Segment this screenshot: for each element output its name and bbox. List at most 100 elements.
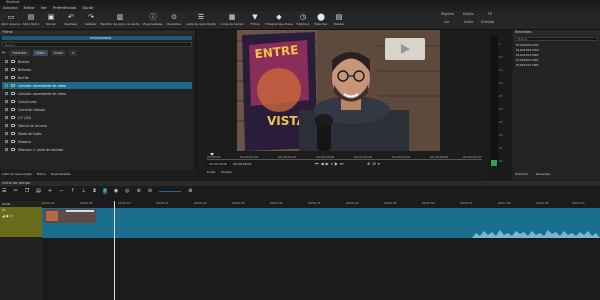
- filters-panel: Filtros PUXADOUROS Buscar ← Favoritos Ví…: [0, 30, 196, 180]
- viewer-ruler[interactable]: 00:00:00 00:00:01:00 00:00:02:00 00:00:0…: [207, 153, 482, 161]
- back-arrow-icon[interactable]: ←: [2, 50, 6, 56]
- history-button[interactable]: ◷ Histórico: [294, 12, 312, 29]
- split-icon[interactable]: ⧗: [93, 188, 97, 194]
- track-toggle-icons[interactable]: ◢ ◉ ⊙: [2, 214, 40, 218]
- tab-favorites[interactable]: Favoritos: [9, 50, 30, 56]
- recent-file[interactable]: P1002321.MP4: [516, 63, 600, 68]
- save-icon: ▣: [47, 13, 55, 21]
- checkbox-icon: [5, 68, 8, 71]
- layout-tab-color[interactable]: Cor: [444, 20, 450, 24]
- properties-icon: ⓘ: [149, 13, 157, 21]
- timeline-ruler[interactable]: 00:00:00 00:00:05 00:00:10 00:00:15 00:0…: [42, 201, 600, 207]
- duration-label: 00:00:58:04: [233, 162, 252, 166]
- properties-button[interactable]: ⓘ Propriedades: [143, 12, 163, 29]
- playlist-button[interactable]: ☰ Lista de reprodução: [186, 12, 216, 29]
- playlist-icon: ☰: [197, 13, 205, 21]
- copy-icon[interactable]: ❐: [25, 188, 29, 194]
- monitor-icon: [11, 116, 15, 119]
- left-dock-tabs: Lista de reprodução Filtros Propriedades: [0, 170, 196, 180]
- filter-list: Bizarro Brilhado Borrão Cortado: ascende…: [2, 58, 192, 154]
- checkbox-icon: [5, 60, 8, 63]
- video-preview[interactable]: ENTRE VISTA: [237, 30, 440, 151]
- redo-button[interactable]: ↷ Refazer: [81, 12, 101, 29]
- paste-icon[interactable]: ▤: [36, 188, 41, 194]
- timeline-title: Linha do tempo: [0, 181, 600, 186]
- tab-audio[interactable]: Áudio: [50, 50, 66, 56]
- timeline-playhead[interactable]: [114, 201, 115, 300]
- recent-button[interactable]: ⊙ Recentes: [164, 12, 184, 29]
- timeline-icon: ▦: [228, 13, 236, 21]
- jobs-button[interactable]: ▤ Tarefas: [330, 12, 348, 29]
- keyframes-icon: ◆: [276, 13, 282, 21]
- tab-video[interactable]: Vídeo: [32, 50, 48, 56]
- layout-tab-logging[interactable]: Registro: [441, 12, 454, 16]
- jobs-icon: ▤: [335, 13, 343, 21]
- layout-tab-audio[interactable]: Áudio: [464, 20, 473, 24]
- filter-search-input[interactable]: Buscar: [2, 42, 192, 47]
- zoom-slider[interactable]: [159, 191, 182, 192]
- layout-tab-editing[interactable]: Edição: [463, 12, 474, 16]
- layout-tab-fx[interactable]: FX: [488, 12, 492, 16]
- tab-properties[interactable]: Propriedades: [51, 170, 71, 180]
- keyframes-button[interactable]: ◆ Fotogramas-chave: [264, 12, 294, 29]
- tab-recent[interactable]: Recentes: [536, 172, 550, 176]
- tab-source[interactable]: Fonte: [207, 170, 215, 174]
- open-file-button[interactable]: ▭ Abrir arquivo: [1, 12, 21, 29]
- filter-item[interactable]: Brilhado: [2, 66, 192, 74]
- monitor-icon: [11, 100, 15, 103]
- lift-icon[interactable]: ⇡: [70, 188, 74, 194]
- tab-playlist[interactable]: Lista de reprodução: [2, 170, 32, 180]
- checkbox-icon: [5, 124, 8, 127]
- playback-buttons[interactable]: ⏮◀▶⏸▶⏭: [315, 161, 345, 166]
- close-icon[interactable]: ✕: [68, 50, 78, 56]
- timeline-toolbar: ☰ ✂ ❐ ▤ + − ⇡ ⇣ ⧗ ∩ ◉ ◎ ⊛ ⊖ ⊕: [2, 188, 192, 194]
- ripple-all-icon[interactable]: ⊛: [137, 188, 141, 194]
- cut-icon[interactable]: ✂: [13, 188, 17, 194]
- window-title: Shotcut: [6, 0, 20, 4]
- video-frame-image: ENTRE VISTA: [237, 30, 440, 151]
- tab-project[interactable]: Projeto: [221, 170, 231, 174]
- overwrite-icon[interactable]: ⇣: [82, 188, 86, 194]
- selected-clip-name: PUXADOUROS: [90, 36, 112, 40]
- open-other-button[interactable]: ▤ Abrir Outro: [21, 12, 41, 29]
- save-button[interactable]: ▣ Salvar: [41, 12, 61, 29]
- tab-history[interactable]: Histórico: [515, 172, 528, 176]
- tab-filters[interactable]: Filtros: [37, 170, 46, 180]
- timeline-button[interactable]: ▦ Linha de tempo: [220, 12, 244, 29]
- scrub-icon[interactable]: ◉: [114, 188, 118, 194]
- undo-icon: ↶: [68, 13, 74, 21]
- checkbox-icon: [5, 132, 8, 135]
- zoom-in-icon[interactable]: ⊕: [188, 188, 192, 194]
- filters-panel-title: Filtros: [0, 30, 195, 35]
- clip-thumbnail[interactable]: [44, 209, 96, 223]
- monitor-icon: [11, 124, 15, 127]
- zoom-out-icon[interactable]: ⊖: [148, 188, 152, 194]
- layout-tab-player[interactable]: Exibição: [481, 20, 494, 24]
- monitor-icon: [11, 140, 15, 143]
- folder-open-icon: ▭: [7, 13, 15, 21]
- undo-button[interactable]: ↶ Desfazer: [61, 12, 81, 29]
- monitor-icon: [11, 132, 15, 135]
- current-time-field[interactable]: 00:00:00:00: [207, 162, 230, 166]
- main-toolbar: ▭ Abrir arquivo ▤ Abrir Outro ▣ Salvar ↶ Des…: [0, 11, 600, 30]
- remove-icon[interactable]: −: [59, 188, 63, 194]
- checkbox-icon: [5, 116, 8, 119]
- filter-category-tabs: ← Favoritos Vídeo Áudio ✕: [2, 50, 78, 56]
- audio-peak-meter-button[interactable]: ▥ Medidor de picos de áudio: [100, 12, 140, 29]
- track-header-v1[interactable]: V1 ◢ ◉ ⊙: [0, 207, 42, 237]
- menu-icon[interactable]: ☰: [2, 188, 6, 194]
- export-button[interactable]: ⬤ Exportar: [312, 12, 330, 29]
- meter-level-bar: [491, 160, 497, 166]
- player-panel: ENTRE VISTA 00:00:00 00:00:01:00 00:00:0…: [197, 30, 512, 180]
- checkbox-icon: [5, 76, 8, 79]
- transport-controls: 00:00:00:00 00:00:58:04 ⏮◀▶⏸▶⏭ ⊕⊞▾: [207, 161, 497, 168]
- recent-search-input[interactable]: Buscar: [515, 37, 598, 41]
- volume-zoom-icons[interactable]: ⊕⊞▾: [367, 161, 382, 166]
- filters-button[interactable]: ▼ Filtros: [247, 12, 263, 29]
- ripple-icon[interactable]: ◎: [125, 188, 129, 194]
- snap-icon[interactable]: ∩: [103, 188, 107, 194]
- append-icon[interactable]: +: [48, 188, 52, 194]
- video-track-v1[interactable]: [42, 208, 600, 238]
- monitor-icon: [11, 92, 15, 95]
- filter-item[interactable]: Máscara: Ir parte de teclado: [2, 146, 192, 154]
